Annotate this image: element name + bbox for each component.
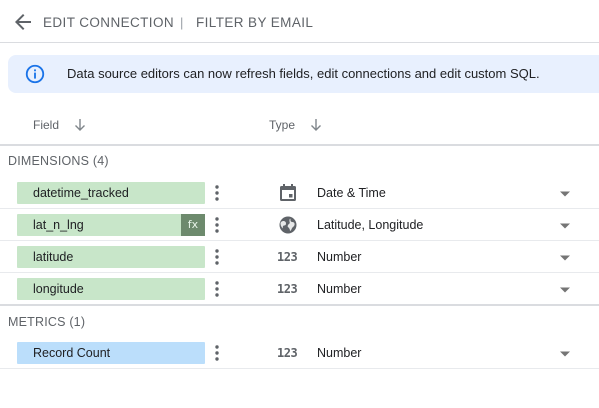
field-type-label: Number [317,250,362,264]
info-banner: Data source editors can now refresh fiel… [8,55,599,93]
field-chip[interactable]: lat_n_lng fx [17,214,205,236]
field-name: Record Count [33,346,111,360]
field-chip[interactable]: longitude [17,278,205,300]
page-subtitle: FILTER BY EMAIL [196,15,314,30]
field-row: datetime_tracked Date & Time [0,177,599,209]
header-separator: | [180,15,184,30]
chevron-down-icon[interactable] [559,350,571,358]
number-icon: 123 [277,346,298,360]
column-header-type[interactable]: Type [269,118,295,132]
dimensions-section-label: DIMENSIONS (4) [8,154,109,168]
field-name: longitude [33,282,84,296]
field-type-label: Latitude, Longitude [317,218,424,232]
chevron-down-icon[interactable] [559,190,571,198]
metrics-section-label: METRICS (1) [8,315,86,329]
info-icon [25,64,45,84]
sort-arrow-down-icon[interactable] [73,117,87,133]
more-vert-icon[interactable] [213,216,221,234]
calculated-field-badge[interactable]: fx [181,214,205,236]
calendar-icon [280,184,296,201]
field-type-label: Number [317,346,362,360]
chevron-down-icon[interactable] [559,222,571,230]
arrow-back-icon[interactable] [11,10,35,34]
number-icon: 123 [277,250,298,264]
page-header: EDIT CONNECTION | FILTER BY EMAIL [0,0,599,43]
field-name: lat_n_lng [33,218,84,232]
number-icon: 123 [277,282,298,296]
field-name: datetime_tracked [33,186,129,200]
field-chip[interactable]: latitude [17,246,205,268]
more-vert-icon[interactable] [213,344,221,362]
more-vert-icon[interactable] [213,280,221,298]
globe-icon [279,216,297,234]
column-header-field[interactable]: Field [33,118,59,132]
more-vert-icon[interactable] [213,184,221,202]
field-row: latitude 123 Number [0,241,599,273]
sort-arrow-down-icon[interactable] [309,117,323,133]
section-divider [0,304,599,306]
field-chip[interactable]: Record Count [17,342,205,364]
field-row: longitude 123 Number [0,273,599,305]
page-title: EDIT CONNECTION [43,15,175,30]
chevron-down-icon[interactable] [559,286,571,294]
chevron-down-icon[interactable] [559,254,571,262]
field-type-label: Date & Time [317,186,386,200]
field-row: Record Count 123 Number [0,337,599,369]
field-name: latitude [33,250,74,264]
banner-message: Data source editors can now refresh fiel… [67,66,540,81]
field-type-label: Number [317,282,362,296]
column-header-divider [0,144,599,146]
field-chip[interactable]: datetime_tracked [17,182,205,204]
more-vert-icon[interactable] [213,248,221,266]
field-row: lat_n_lng fx Latitude, Longitude [0,209,599,241]
